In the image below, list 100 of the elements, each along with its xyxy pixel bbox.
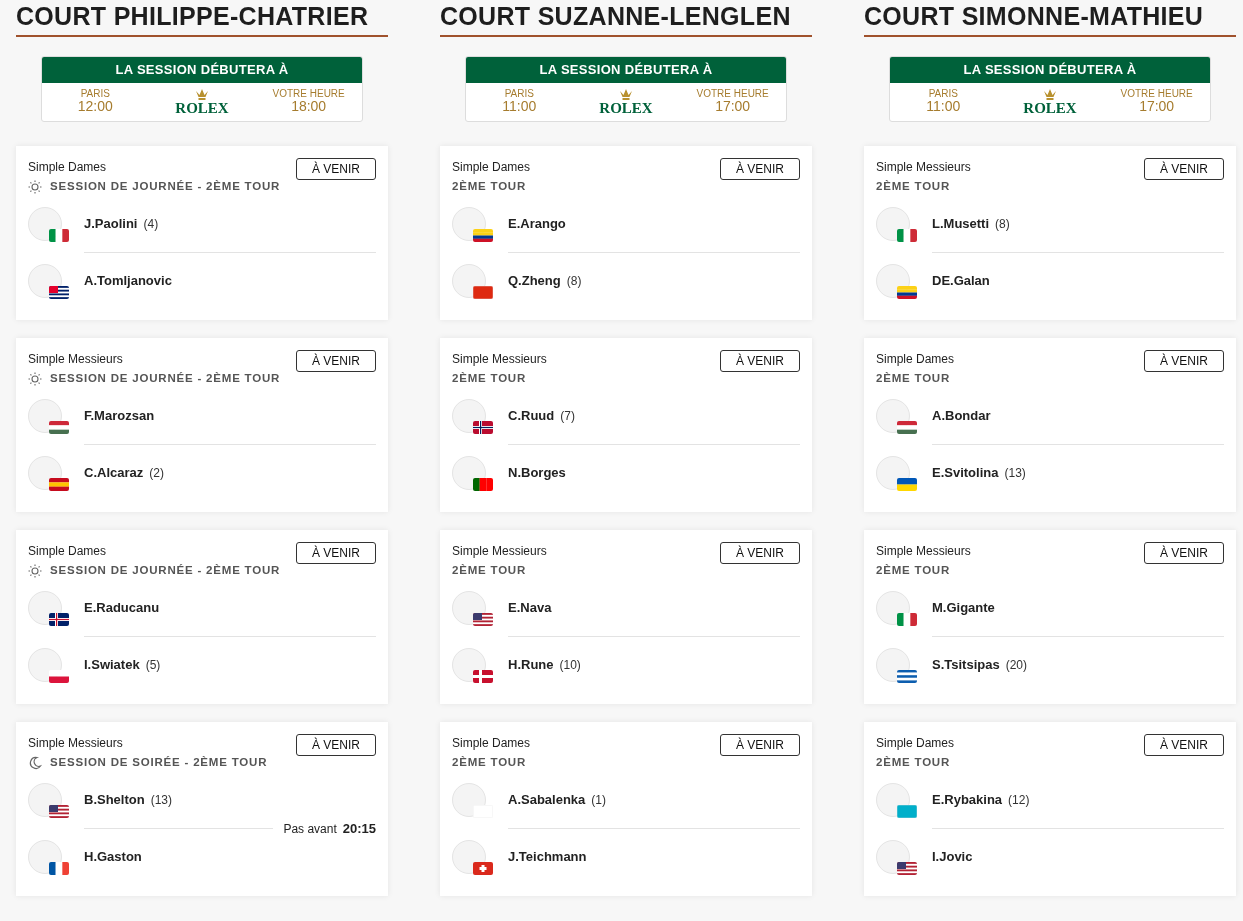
- time-label: PARIS: [503, 87, 535, 99]
- time-label: PARIS: [927, 87, 959, 99]
- player-name: J.Paolini: [84, 215, 138, 234]
- player-seed: (13): [150, 792, 172, 810]
- player-name: C.Ruud: [508, 407, 555, 426]
- not-before-time: 20:15: [342, 819, 376, 838]
- player-name: E.Nava: [508, 599, 552, 618]
- time-value: 11:00: [501, 98, 538, 115]
- player-name: N.Borges: [508, 464, 566, 483]
- status-button[interactable]: À VENIR: [1144, 733, 1224, 757]
- brand-logo-text: ROLEX: [175, 100, 229, 116]
- round-label: SESSION DE JOURNÉE - 2ÈME TOUR: [50, 179, 281, 195]
- time-value: 17:00: [1138, 98, 1176, 115]
- player-name: H.Gaston: [84, 848, 142, 867]
- event-name: Simple Dames: [452, 734, 531, 752]
- court-title: COURT SUZANNE-LENGLEN: [440, 4, 812, 37]
- player-name: E.Raducanu: [84, 599, 160, 618]
- status-button[interactable]: À VENIR: [296, 733, 376, 757]
- status-button[interactable]: À VENIR: [296, 349, 376, 373]
- brand-logo-text: ROLEX: [1023, 100, 1077, 116]
- player-name: J.Teichmann: [508, 848, 587, 867]
- time-label: VOTRE HEURE: [271, 87, 346, 99]
- player-name: F.Marozsan: [84, 407, 155, 426]
- flag-icon: [897, 286, 917, 300]
- round-label: 2ÈME TOUR: [876, 755, 951, 771]
- time-value: 11:00: [925, 98, 962, 115]
- session-start-title: LA SESSION DÉBUTERA À: [466, 57, 786, 83]
- round-label: SESSION DE JOURNÉE - 2ÈME TOUR: [50, 563, 281, 579]
- player-name: E.Svitolina: [932, 464, 999, 483]
- court-title: COURT PHILIPPE-CHATRIER: [16, 4, 388, 37]
- player-name: A.Bondar: [932, 407, 991, 426]
- player-name: B.Shelton: [84, 791, 145, 810]
- event-name: Simple Messieurs: [452, 542, 547, 560]
- player-name: Q.Zheng: [508, 272, 561, 291]
- round-label: SESSION DE JOURNÉE - 2ÈME TOUR: [50, 371, 281, 387]
- status-button[interactable]: À VENIR: [720, 541, 800, 565]
- brand-logo-text: ROLEX: [599, 100, 653, 116]
- round-label: SESSION DE SOIRÉE - 2ÈME TOUR: [50, 755, 268, 771]
- status-button[interactable]: À VENIR: [1144, 157, 1224, 181]
- player-name: L.Musetti: [932, 215, 990, 234]
- sun-icon: [28, 179, 42, 194]
- event-name: Simple Dames: [28, 158, 107, 176]
- player-name: DE.Galan: [932, 272, 990, 291]
- event-name: Simple Dames: [876, 350, 955, 368]
- sun-icon: [28, 371, 42, 386]
- player-name: S.Tsitsipas: [932, 656, 1000, 675]
- court-title: COURT SIMONNE-MATHIEU: [864, 4, 1236, 37]
- player-name: E.Arango: [508, 215, 566, 234]
- flag-icon: [897, 478, 917, 492]
- time-label: PARIS: [79, 87, 111, 99]
- flag-icon: [473, 229, 493, 243]
- event-name: Simple Dames: [28, 542, 107, 560]
- event-name: Simple Messieurs: [876, 542, 971, 560]
- player-seed: (20): [1005, 657, 1028, 675]
- status-button[interactable]: À VENIR: [296, 157, 376, 181]
- event-name: Simple Dames: [876, 734, 955, 752]
- status-button[interactable]: À VENIR: [1144, 349, 1224, 373]
- player-seed: (5): [145, 657, 161, 675]
- time-value: 17:00: [714, 98, 752, 115]
- event-name: Simple Messieurs: [452, 350, 547, 368]
- player-name: M.Gigante: [932, 599, 995, 618]
- session-start-title: LA SESSION DÉBUTERA À: [42, 57, 362, 83]
- not-before-label: Pas avant: [283, 820, 337, 838]
- time-label: VOTRE HEURE: [695, 87, 770, 99]
- moon-icon: [28, 756, 42, 771]
- player-name: C.Alcaraz: [84, 464, 144, 483]
- time-label: VOTRE HEURE: [1119, 87, 1194, 99]
- round-label: 2ÈME TOUR: [452, 179, 527, 195]
- status-button[interactable]: À VENIR: [720, 349, 800, 373]
- status-button[interactable]: À VENIR: [720, 733, 800, 757]
- event-name: Simple Messieurs: [28, 350, 123, 368]
- time-value: 18:00: [290, 98, 328, 115]
- event-name: Simple Dames: [452, 158, 531, 176]
- round-label: 2ÈME TOUR: [452, 563, 527, 579]
- session-start-title: LA SESSION DÉBUTERA À: [890, 57, 1210, 83]
- player-seed: (8): [995, 216, 1010, 234]
- status-button[interactable]: À VENIR: [296, 541, 376, 565]
- round-label: 2ÈME TOUR: [876, 179, 951, 195]
- player-name: A.Tomljanovic: [84, 272, 172, 291]
- player-seed: (13): [1004, 465, 1026, 483]
- player-seed: (12): [1008, 792, 1030, 810]
- player-name: E.Rybakina: [932, 791, 1003, 810]
- player-name: I.Jovic: [932, 848, 973, 867]
- player-seed: (7): [560, 408, 575, 426]
- time-value: 12:00: [76, 98, 114, 115]
- player-seed: (1): [591, 792, 606, 810]
- round-label: 2ÈME TOUR: [876, 563, 951, 579]
- status-button[interactable]: À VENIR: [720, 157, 800, 181]
- sun-icon: [28, 564, 42, 578]
- player-seed: (10): [559, 657, 581, 675]
- event-name: Simple Messieurs: [876, 158, 971, 176]
- player-seed: (8): [566, 273, 582, 291]
- player-seed: (4): [143, 216, 159, 234]
- player-name: A.Sabalenka: [508, 791, 586, 810]
- flag-icon: [473, 478, 493, 492]
- flag-icon: [49, 478, 69, 492]
- round-label: 2ÈME TOUR: [452, 755, 527, 771]
- player-seed: (2): [149, 465, 164, 483]
- status-button[interactable]: À VENIR: [1144, 541, 1224, 565]
- player-name: H.Rune: [508, 656, 554, 675]
